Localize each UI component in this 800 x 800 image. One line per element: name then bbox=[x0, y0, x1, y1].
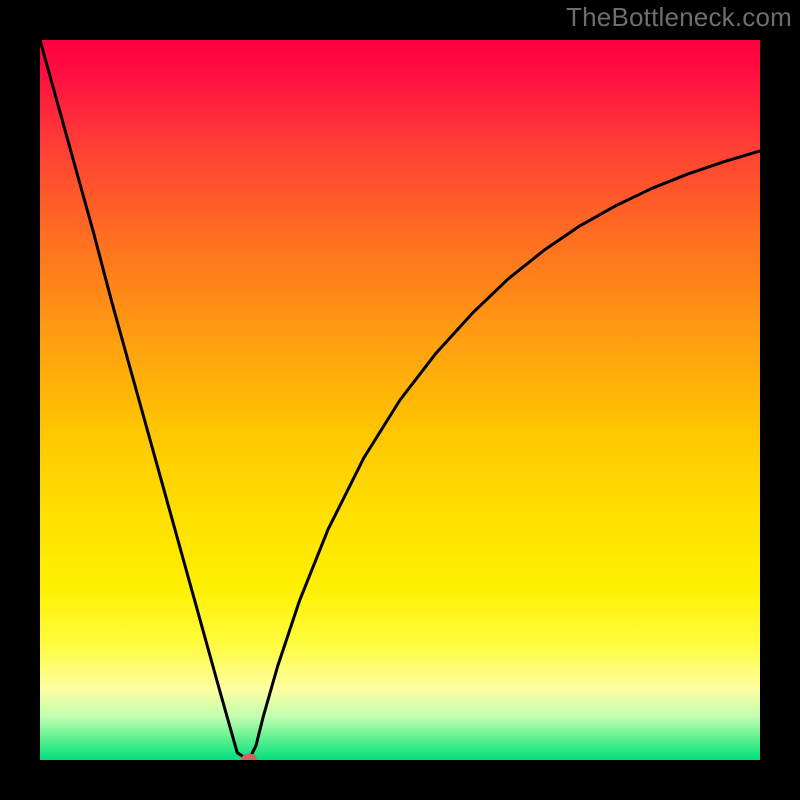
minimum-marker bbox=[241, 754, 257, 761]
plot-area bbox=[40, 40, 760, 760]
curve-svg bbox=[40, 40, 760, 760]
bottleneck-curve bbox=[40, 40, 760, 760]
watermark-label: TheBottleneck.com bbox=[566, 2, 792, 33]
chart-container: TheBottleneck.com bbox=[0, 0, 800, 800]
